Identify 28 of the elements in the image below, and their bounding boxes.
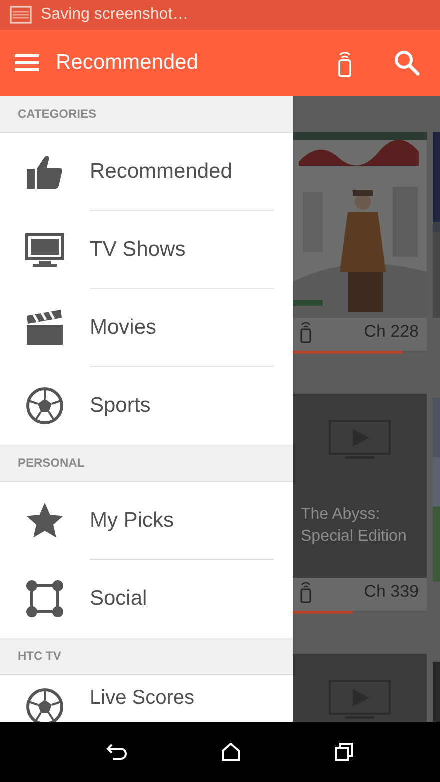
section-title: CATEGORIES — [18, 107, 96, 121]
recent-apps-icon[interactable] — [334, 742, 354, 762]
search-icon[interactable] — [394, 50, 420, 76]
remote-icon[interactable] — [299, 580, 313, 604]
drawer-item[interactable]: My Picks — [0, 482, 293, 560]
channel-number: Ch 339 — [364, 582, 419, 602]
notification-text: Saving screenshot… — [41, 6, 189, 24]
drawer-item[interactable]: Social — [0, 560, 293, 638]
remote-icon[interactable] — [299, 320, 313, 344]
drawer-item[interactable]: Live Scores — [0, 675, 293, 722]
drawer-item[interactable]: Recommended — [0, 133, 293, 211]
drawer-item[interactable]: TV Shows — [0, 211, 293, 289]
home-icon[interactable] — [220, 743, 241, 761]
section-title: PERSONAL — [18, 456, 85, 470]
section-title: HTC TV — [18, 649, 62, 663]
program-title: The Abyss: Special Edition — [301, 505, 408, 547]
drawer-item[interactable]: Sports — [0, 367, 293, 445]
menu-icon[interactable] — [15, 54, 39, 72]
drawer-item[interactable]: Movies — [0, 289, 293, 367]
clapperboard-icon — [25, 308, 65, 348]
picture-icon — [10, 6, 32, 24]
channel-number: Ch 228 — [364, 322, 419, 342]
connected-squares-icon — [25, 579, 65, 619]
soccer-ball-icon — [25, 386, 65, 426]
soccer-ball-icon — [25, 687, 65, 722]
screen-title: Recommended — [56, 51, 200, 75]
back-icon[interactable] — [106, 743, 128, 761]
card-background — [433, 662, 440, 722]
